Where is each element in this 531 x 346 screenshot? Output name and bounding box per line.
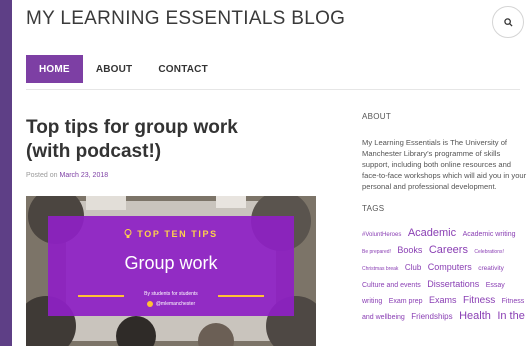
card-heading-text: TOP TEN TIPS: [137, 229, 218, 239]
posted-on-label: Posted on: [26, 172, 58, 179]
tag-link[interactable]: Exam prep: [389, 298, 423, 305]
tag-link[interactable]: Academic: [408, 227, 456, 239]
tag-link[interactable]: Club: [405, 263, 421, 272]
tag-link[interactable]: In the: [497, 310, 525, 322]
promo-card: TOP TEN TIPS Group work By students for …: [48, 216, 294, 316]
about-widget-title: ABOUT: [362, 112, 392, 121]
nav-item-home[interactable]: HOME: [26, 55, 83, 83]
nav-divider: [26, 89, 520, 90]
about-text: My Learning Essentials is The University…: [362, 138, 527, 191]
tag-link[interactable]: Fitness: [463, 295, 495, 306]
post-date-link[interactable]: March 23, 2018: [59, 172, 108, 179]
tag-link[interactable]: creativity: [478, 265, 504, 272]
card-byline: By students for students: [144, 291, 198, 297]
nav-item-contact[interactable]: CONTACT: [145, 55, 221, 83]
tag-link[interactable]: Friendships: [411, 312, 452, 321]
post-meta: Posted on March 23, 2018: [26, 172, 108, 179]
tag-link[interactable]: Careers: [429, 244, 468, 256]
tag-cloud: #VoluntHeroes Academic Academic writing …: [362, 225, 527, 324]
card-title: Group work: [124, 253, 218, 273]
search-button[interactable]: [492, 6, 524, 38]
card-handle: @mlemanchester: [48, 301, 294, 307]
tag-link[interactable]: Academic writing: [463, 231, 516, 238]
card-handle-text: @mlemanchester: [155, 301, 196, 307]
nav-item-about[interactable]: ABOUT: [83, 55, 146, 83]
card-heading: TOP TEN TIPS: [48, 229, 294, 239]
tag-link[interactable]: #VoluntHeroes: [362, 232, 401, 238]
tag-link[interactable]: Computers: [428, 262, 472, 272]
tag-link[interactable]: Celebrations!: [474, 249, 503, 255]
tag-link[interactable]: Health: [459, 310, 491, 322]
tags-widget-title: TAGS: [362, 204, 385, 213]
site-title[interactable]: MY LEARNING ESSENTIALS BLOG: [26, 8, 345, 30]
post-title[interactable]: Top tips for group work (with podcast!): [26, 116, 286, 164]
tag-link[interactable]: Dissertations: [427, 279, 479, 289]
tag-link[interactable]: Christmas break: [362, 266, 398, 272]
lightbulb-icon: [124, 229, 132, 238]
tag-link[interactable]: Exams: [429, 295, 457, 305]
featured-image[interactable]: TOP TEN TIPS Group work By students for …: [26, 196, 316, 346]
tag-link[interactable]: Books: [397, 245, 422, 255]
main-nav: HOME ABOUT CONTACT: [26, 55, 221, 83]
tag-link[interactable]: Be prepared!: [362, 249, 391, 255]
page: MY LEARNING ESSENTIALS BLOG HOME ABOUT C…: [12, 0, 531, 346]
search-icon: [503, 17, 513, 27]
handle-dot-icon: [146, 301, 153, 307]
sidebar: ABOUT My Learning Essentials is The Univ…: [362, 112, 527, 324]
tag-link[interactable]: Culture and events: [362, 282, 421, 289]
